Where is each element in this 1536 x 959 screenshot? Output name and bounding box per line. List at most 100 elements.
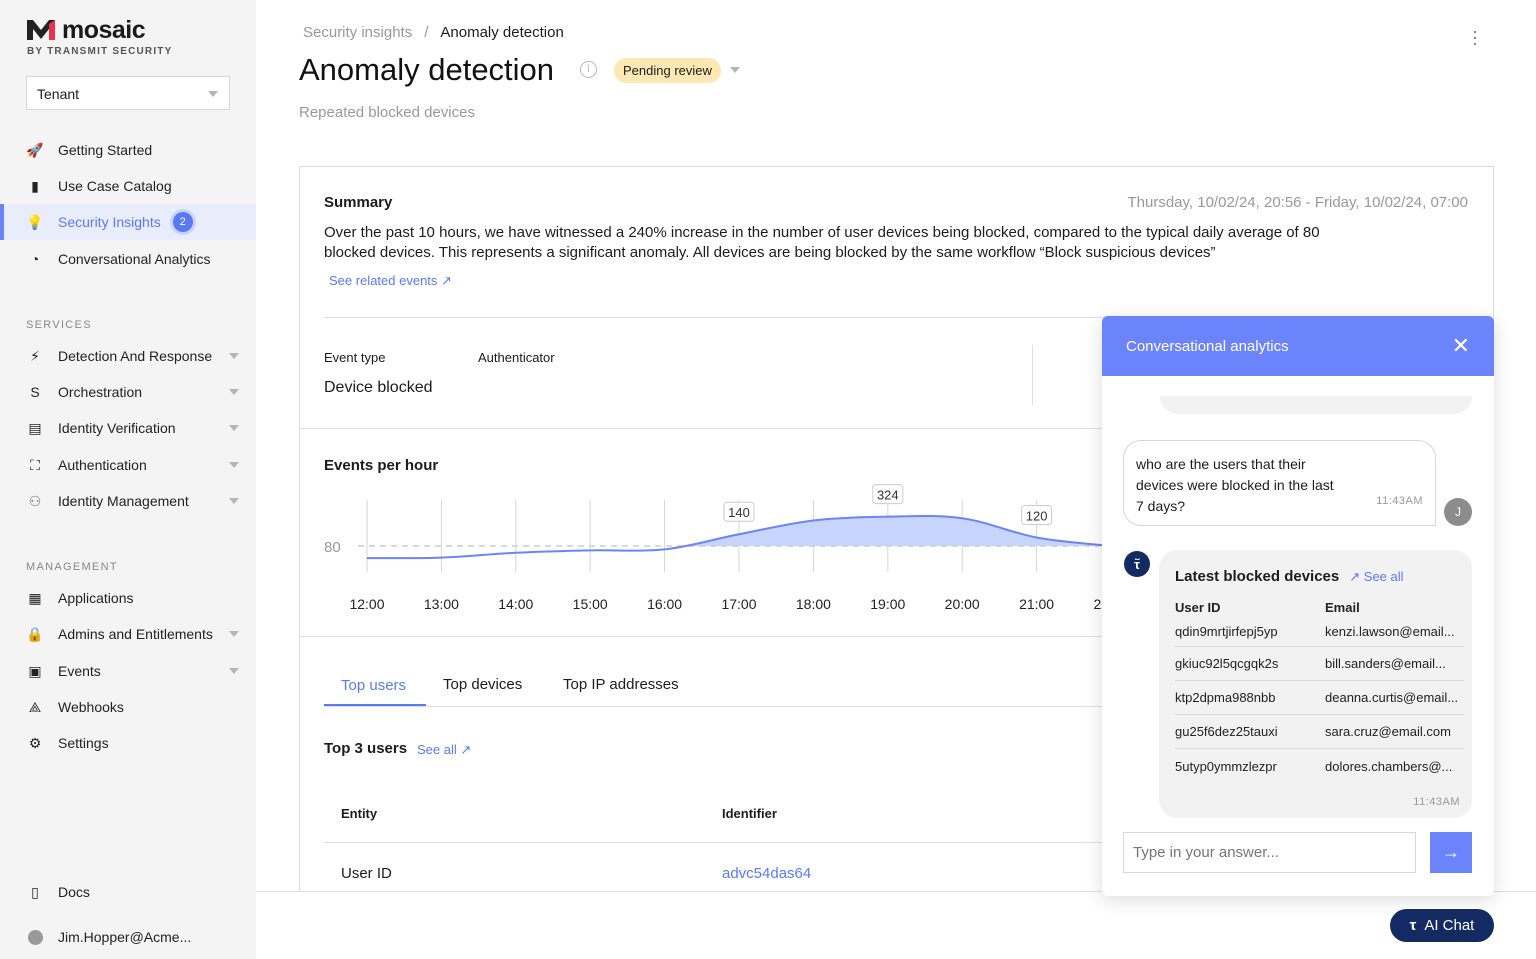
table-header: User ID Email [1175,597,1464,617]
management-heading: MANAGEMENT [26,561,118,573]
chat-header: Conversational analytics ✕ [1102,316,1494,376]
status-badge[interactable]: Pending review [614,58,721,83]
user-email: Jim.Hopper@Acme... [58,929,192,945]
table-row: 5utyp0ymmzlezpr dolores.chambers@... [1175,749,1464,783]
document-icon: ▯ [31,883,39,900]
close-icon[interactable]: ✕ [1452,333,1470,359]
sidebar-item-label: Admins and Entitlements [58,626,213,642]
email-cell: sara.cruz@email.com [1325,724,1451,739]
chat-answer-input[interactable] [1123,832,1416,873]
gears-icon: ⚙ [28,734,42,751]
table-row: ktp2dpma988nbb deanna.curtis@email... [1175,681,1464,715]
sidebar-item-conversational-analytics[interactable]: ◔ Conversational Analytics [0,241,256,277]
events-per-hour-chart: 12:00 13:00 14:00 15:00 16:00 17:00 18:00 19:00… [324,484,1102,612]
page-title: Anomaly detection [299,52,555,87]
sidebar-item-webhooks[interactable]: ⟁ Webhooks [0,689,256,725]
sidebar-item-identity-management[interactable]: ⚇ Identity Management [0,483,256,519]
x-tick-label: 17:00 [721,596,756,612]
message-line: who are the users that their [1136,456,1306,472]
divider [300,428,1110,429]
message-time: 11:43AM [1376,495,1423,507]
sidebar-item-label: Detection And Response [58,348,213,364]
sidebar-item-orchestration[interactable]: S Orchestration [0,374,256,410]
sidebar: mosaic BY TRANSMIT SECURITY Tenant 🚀 Gett… [0,0,256,959]
sidebar-item-label: Use Case Catalog [58,178,172,194]
user-menu[interactable]: Jim.Hopper@Acme... [0,919,256,955]
sidebar-item-label: Conversational Analytics [58,251,211,267]
x-tick-label: 21:00 [1019,596,1054,612]
external-link-icon: ↗ [460,742,472,757]
bot-message-header: Latest blocked devices ↗ See all [1159,550,1472,597]
divider [300,636,1110,637]
table-cell-identifier[interactable]: advc54das64 [722,865,811,882]
divider [1032,345,1033,405]
sidebar-item-label: Docs [58,884,90,900]
chevron-down-icon [229,353,239,359]
summary-text: Over the past 10 hours, we have witnesse… [324,223,1424,263]
sidebar-item-docs[interactable]: ▯ Docs [0,874,256,910]
sidebar-item-label: Orchestration [58,384,143,400]
table-row: gu25f6dez25tauxi sara.cruz@email.com [1175,715,1464,749]
analytics-icon: ◔ [30,251,40,267]
summary-line: Over the past 10 hours, we have witnesse… [324,224,1320,241]
chevron-down-icon [229,425,239,431]
lock-icon: 🔒 [26,625,44,642]
status-dropdown-icon[interactable] [730,67,740,73]
lightbulb-icon: 💡 [26,213,44,230]
breadcrumb-parent[interactable]: Security insights [303,24,412,41]
sidebar-item-detection-and-response[interactable]: ⚡ Detection And Response [0,338,256,374]
ai-chat-button[interactable]: τ AI Chat [1390,909,1494,942]
data-label: 140 [728,505,750,520]
tab-top-users[interactable]: Top users [341,677,406,694]
x-tick-label: 14:00 [498,596,533,612]
more-options-icon[interactable]: · · · [1470,22,1480,52]
x-tick-label: 18:00 [796,596,831,612]
column-header-email: Email [1325,599,1360,615]
user-id-cell: 5utyp0ymmzlezpr [1175,758,1277,774]
bot-message-heading: Latest blocked devices [1175,568,1340,585]
sidebar-item-label: Events [58,663,101,679]
send-button[interactable]: → [1430,832,1472,873]
divider [324,706,1104,707]
sidebar-item-authentication[interactable]: ⛶ Authentication [0,447,256,483]
brand-name: mosaic [62,16,146,44]
table-row: qdin9mrtjirfepj5yp kenzi.lawson@email... [1175,617,1464,647]
external-link-icon: ↗ [1349,568,1361,584]
conversational-analytics-panel: Conversational analytics ✕ who are the u… [1102,316,1494,896]
x-tick-label: 20:00 [945,596,980,612]
chevron-down-icon [229,631,239,637]
divider [324,842,1104,843]
grid-icon: ▦ [28,589,42,606]
see-all-link[interactable]: ↗ See all [1349,569,1403,585]
summary-heading: Summary [324,194,393,211]
breadcrumb-separator: / [424,24,429,41]
sidebar-item-events[interactable]: ▣ Events [0,653,256,689]
user-message-bubble: who are the users that their devices wer… [1123,440,1436,526]
anomaly-area [367,516,1102,546]
tab-top-ip-addresses[interactable]: Top IP addresses [563,676,679,693]
see-related-events-link[interactable]: See related events ↗ [329,273,452,289]
sidebar-item-security-insights[interactable]: 💡 Security Insights 2 [0,204,256,240]
sidebar-item-getting-started[interactable]: 🚀 Getting Started [0,132,256,168]
x-tick-label: 12:00 [349,596,384,612]
sidebar-item-identity-verification[interactable]: ▤ Identity Verification [0,410,256,446]
chart-title: Events per hour [324,457,439,474]
summary-timerange: Thursday, 10/02/24, 20:56 - Friday, 10/0… [1127,194,1469,211]
tab-top-devices[interactable]: Top devices [443,676,522,693]
sidebar-item-label: Webhooks [58,699,124,715]
event-type-value: Device blocked [324,379,433,396]
event-type-label: Event type [324,350,386,365]
sidebar-item-settings[interactable]: ⚙ Settings [0,725,256,761]
sidebar-item-admins-and-entitlements[interactable]: 🔒 Admins and Entitlements [0,616,256,652]
link-label: See related events [329,273,438,288]
x-tick-label: 13:00 [424,596,459,612]
x-tick-label: 16:00 [647,596,682,612]
tenant-select[interactable]: Tenant [26,76,230,110]
footer-area [256,891,1536,959]
info-icon[interactable]: i [580,61,597,78]
sidebar-item-label: Security Insights [58,214,161,230]
sidebar-item-use-case-catalog[interactable]: ▮ Use Case Catalog [0,168,256,204]
sidebar-item-applications[interactable]: ▦ Applications [0,580,256,616]
top-users-see-all-link[interactable]: See all ↗ [417,742,471,758]
message-time: 11:43AM [1413,796,1460,808]
